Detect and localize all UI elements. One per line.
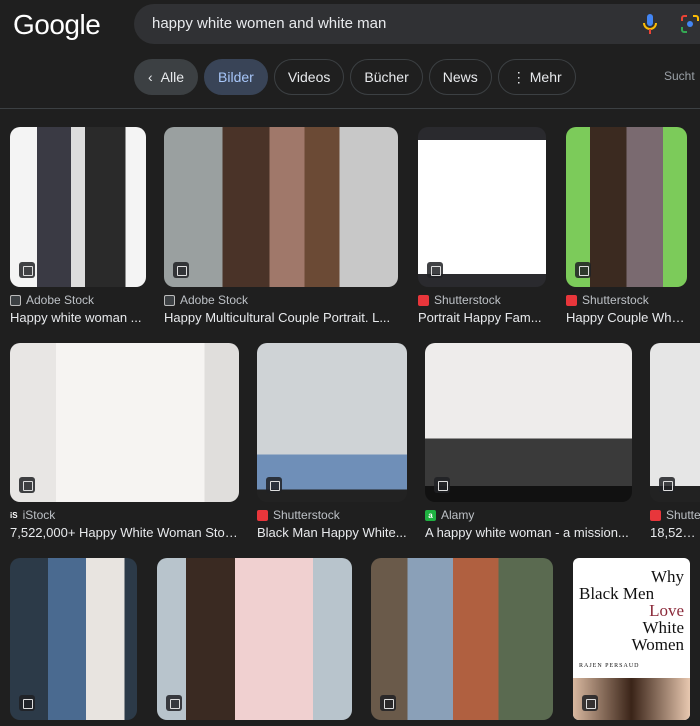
- result-thumbnail[interactable]: Why Black Men Love White Women RAJEN PER…: [573, 558, 690, 720]
- chip-news[interactable]: News: [428, 59, 492, 95]
- chip-bilder[interactable]: Bilder: [204, 59, 268, 95]
- image-icon: [173, 262, 189, 278]
- result-title[interactable]: 18,521 B...: [650, 525, 700, 540]
- image-icon: [166, 695, 182, 711]
- image-result[interactable]: [157, 558, 352, 720]
- image-icon: [380, 695, 396, 711]
- result-thumbnail[interactable]: [10, 127, 146, 287]
- shutterstock-favicon: [257, 509, 268, 521]
- image-icon: [266, 477, 282, 493]
- google-lens-icon[interactable]: [680, 14, 700, 34]
- chip-buecher[interactable]: Bücher: [350, 59, 423, 95]
- chip-alle[interactable]: ‹ Alle: [134, 59, 199, 95]
- image-result[interactable]: Adobe Stock Happy white woman ...: [10, 127, 146, 325]
- result-thumbnail[interactable]: [257, 343, 407, 502]
- istock-favicon: iS: [10, 509, 18, 521]
- filter-chips: ‹ Alle Bilder Videos Bücher News ⋮ Mehr: [134, 59, 576, 95]
- shutterstock-favicon: [418, 294, 429, 306]
- image-icon: [659, 477, 675, 493]
- image-icon: [575, 262, 591, 278]
- shutterstock-favicon: [650, 509, 661, 521]
- search-bar[interactable]: happy white women and white man: [134, 4, 700, 44]
- result-title[interactable]: Happy Couple Whit...: [566, 310, 687, 325]
- image-result[interactable]: iS iStock 7,522,000+ Happy White Woman St…: [10, 343, 239, 540]
- image-result[interactable]: Shutterstock Portrait Happy Fam...: [418, 127, 546, 325]
- result-title[interactable]: Portrait Happy Fam...: [418, 310, 546, 325]
- divider: [0, 108, 700, 109]
- search-input[interactable]: happy white women and white man: [152, 15, 386, 32]
- alamy-favicon: a: [425, 509, 436, 521]
- adobe-stock-favicon: [10, 294, 21, 306]
- image-icon: [19, 477, 35, 493]
- result-title[interactable]: 7,522,000+ Happy White Woman Stoc...: [10, 525, 239, 540]
- image-result[interactable]: Shutterstock Happy Couple Whit...: [566, 127, 687, 325]
- image-result[interactable]: Shutterstock 18,521 B...: [650, 343, 700, 540]
- result-thumbnail[interactable]: [371, 558, 553, 720]
- image-icon: [427, 262, 443, 278]
- image-result[interactable]: Shutterstock Black Man Happy White...: [257, 343, 407, 540]
- image-result[interactable]: [371, 558, 553, 720]
- result-thumbnail[interactable]: [566, 127, 687, 287]
- shutterstock-favicon: [566, 294, 577, 306]
- result-thumbnail[interactable]: [418, 127, 546, 287]
- result-thumbnail[interactable]: [425, 343, 632, 502]
- result-title[interactable]: Black Man Happy White...: [257, 525, 407, 540]
- image-result[interactable]: [10, 558, 137, 720]
- image-icon: [19, 695, 35, 711]
- result-title[interactable]: Happy white woman ...: [10, 310, 146, 325]
- result-thumbnail[interactable]: [164, 127, 398, 287]
- result-thumbnail[interactable]: [10, 343, 239, 502]
- result-title[interactable]: Happy Multicultural Couple Portrait. L..…: [164, 310, 398, 325]
- image-result[interactable]: Why Black Men Love White Women RAJEN PER…: [573, 558, 690, 720]
- result-thumbnail[interactable]: [10, 558, 137, 720]
- microphone-icon[interactable]: [640, 13, 660, 35]
- image-result[interactable]: a Alamy A happy white woman - a mission..…: [425, 343, 632, 540]
- result-title[interactable]: A happy white woman - a mission...: [425, 525, 632, 540]
- chip-videos[interactable]: Videos: [273, 59, 345, 95]
- result-thumbnail[interactable]: [650, 343, 700, 502]
- image-icon: [434, 477, 450, 493]
- image-icon: [19, 262, 35, 278]
- more-vert-icon: ⋮: [511, 68, 526, 85]
- adobe-stock-favicon: [164, 294, 175, 306]
- result-thumbnail[interactable]: [157, 558, 352, 720]
- chip-mehr[interactable]: ⋮ Mehr: [497, 59, 576, 95]
- tools-button[interactable]: Sucht: [664, 69, 700, 83]
- book-icon: [582, 695, 598, 711]
- image-result[interactable]: Adobe Stock Happy Multicultural Couple P…: [164, 127, 398, 325]
- google-logo[interactable]: Google: [13, 9, 101, 41]
- chevron-left-icon: ‹: [148, 69, 153, 85]
